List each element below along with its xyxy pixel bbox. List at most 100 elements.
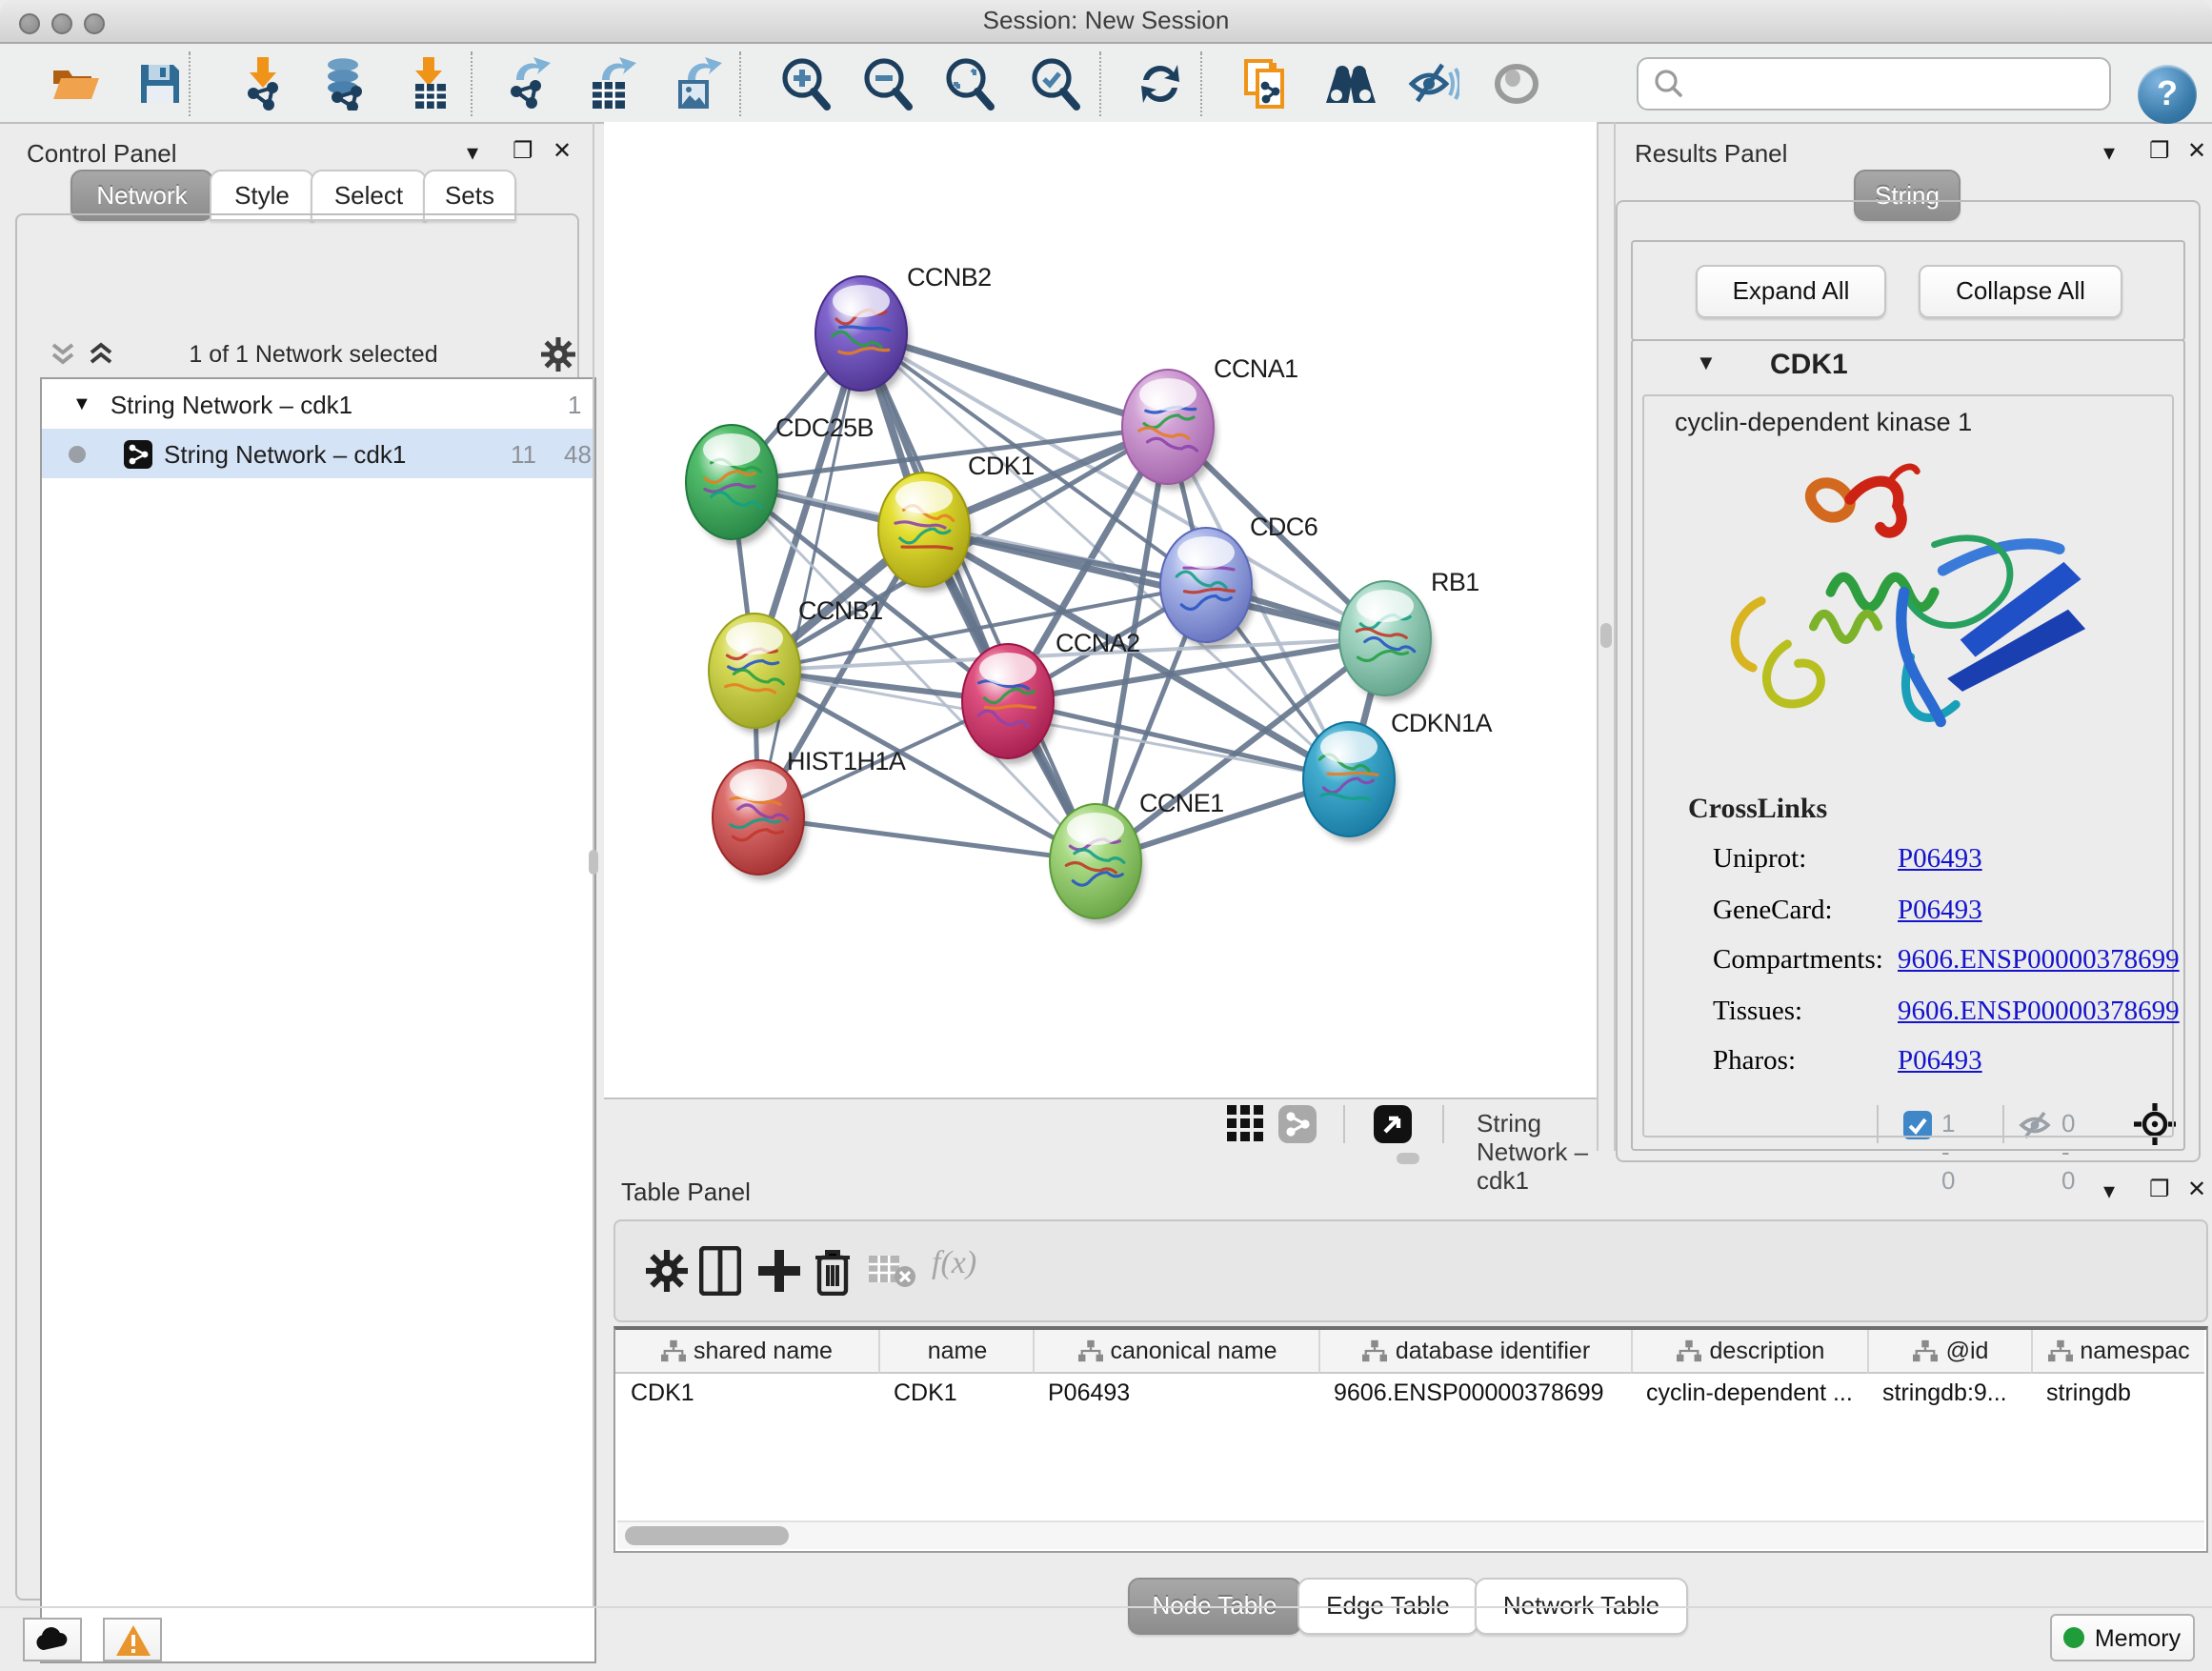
network-group-box: 1 of 1 Network selected ▼ String Network…	[15, 213, 579, 1601]
float-panel-icon[interactable]: ❐	[513, 137, 533, 164]
show-columns-icon[interactable]	[699, 1246, 741, 1296]
crosslink-link[interactable]: 9606.ENSP00000378699	[1898, 996, 2180, 1028]
node-RB1[interactable]: RB1	[1339, 568, 1479, 701]
collapse-panel-icon[interactable]: ▾	[2103, 139, 2115, 166]
node-table[interactable]: shared namenamecanonical namedatabase id…	[613, 1326, 2208, 1553]
column-header-namespac[interactable]: namespac	[2031, 1330, 2204, 1374]
crosslink-link[interactable]: P06493	[1898, 844, 1982, 876]
right-splitter-handle[interactable]	[1600, 623, 1612, 648]
add-column-icon[interactable]	[756, 1248, 802, 1294]
export-table-button[interactable]	[583, 55, 640, 112]
network-row-selected[interactable]: String Network – cdk1 11 48	[42, 429, 594, 478]
open-in-window-icon[interactable]	[1374, 1105, 1412, 1143]
collapse-all-button[interactable]: Collapse All	[1919, 265, 2122, 318]
node-CCNB2[interactable]: CCNB2	[815, 263, 992, 396]
title-bar: Session: New Session	[0, 0, 2212, 44]
crosslink-row: Compartments:9606.ENSP00000378699	[1644, 939, 2172, 990]
status-divider	[0, 1606, 2212, 1608]
node-CDKN1A[interactable]: CDKN1A	[1303, 709, 1493, 842]
node-CDC6[interactable]: CDC6	[1160, 513, 1317, 648]
network-selection-row: 1 of 1 Network selected	[34, 333, 593, 377]
cell-namespac: stringdb	[2031, 1372, 2202, 1414]
column-header-canonical-name[interactable]: canonical name	[1033, 1330, 1320, 1374]
close-panel-icon[interactable]: ✕	[2187, 1176, 2206, 1202]
column-header-name[interactable]: name	[878, 1330, 1035, 1374]
selection-status: 1 of 1 Network selected	[34, 341, 593, 368]
export-image-button[interactable]	[669, 55, 726, 112]
network-status-dot	[69, 445, 86, 462]
zoom-out-button[interactable]	[859, 55, 916, 112]
collapse-panel-icon[interactable]: ▾	[467, 139, 478, 166]
delete-column-icon[interactable]	[814, 1246, 852, 1296]
right-splitter[interactable]	[1597, 122, 1599, 1151]
hide-selected-button[interactable]	[1404, 55, 1461, 112]
table-settings-gear-icon[interactable]	[646, 1250, 688, 1292]
node-label-CDC6: CDC6	[1250, 513, 1317, 541]
database-import-icon	[320, 57, 370, 111]
zoom-in-button[interactable]	[777, 55, 835, 112]
first-neighbors-button[interactable]	[1322, 55, 1379, 112]
column-header--id[interactable]: @id	[1867, 1330, 2033, 1374]
clone-network-button[interactable]	[1237, 55, 1294, 112]
protein-structure-image	[1692, 450, 2121, 774]
column-header-database-identifier[interactable]: database identifier	[1318, 1330, 1633, 1374]
node-label-CCNA1: CCNA1	[1214, 354, 1298, 383]
refresh-view-button[interactable]	[1132, 55, 1189, 112]
horizontal-splitter-handle[interactable]	[1397, 1153, 1419, 1164]
column-header-shared-name[interactable]: shared name	[615, 1330, 878, 1374]
warnings-button[interactable]	[103, 1618, 162, 1661]
expand-all-button[interactable]: Expand All	[1696, 265, 1886, 318]
crosslink-row: Pharos:P06493	[1644, 1040, 2172, 1091]
import-network-from-database-button[interactable]	[316, 55, 373, 112]
network-row-label: String Network – cdk1	[164, 439, 406, 468]
crosslink-link[interactable]: P06493	[1898, 1046, 1982, 1078]
column-header-description[interactable]: description	[1631, 1330, 1869, 1374]
close-panel-icon[interactable]: ✕	[553, 137, 572, 164]
network-overview-icon[interactable]	[1278, 1105, 1317, 1143]
float-panel-icon[interactable]: ❐	[2149, 137, 2170, 164]
cloud-button[interactable]	[23, 1618, 82, 1661]
scrollbar-thumb[interactable]	[625, 1526, 789, 1545]
warning-icon	[115, 1624, 150, 1655]
crosslink-label: Uniprot:	[1713, 844, 1806, 876]
export-network-button[interactable]	[501, 55, 558, 112]
zoom-fit-button[interactable]	[941, 55, 998, 112]
collapse-panel-icon[interactable]: ▾	[2103, 1178, 2115, 1204]
show-all-button[interactable]	[1488, 55, 1545, 112]
node-CDC25B[interactable]: CDC25B	[686, 413, 874, 545]
grid-view-icon[interactable]	[1227, 1105, 1263, 1141]
left-splitter-handle[interactable]	[589, 850, 598, 875]
crosslinks-rows: Uniprot:P06493GeneCard:P06493Compartment…	[1644, 838, 2172, 1091]
crosslink-link[interactable]: P06493	[1898, 895, 1982, 927]
viewbar-separator	[1442, 1105, 1444, 1143]
help-button[interactable]: ?	[2138, 65, 2197, 124]
delete-table-icon[interactable]	[867, 1254, 916, 1288]
zoom-selected-button[interactable]	[1027, 55, 1084, 112]
entry-collapse-icon[interactable]: ▼	[1696, 352, 1717, 375]
node-HIST1H1A[interactable]: HIST1H1A	[713, 747, 906, 880]
toolbar-separator	[471, 51, 473, 116]
network-list: ▼ String Network – cdk1 1 String Network…	[40, 377, 596, 1663]
import-network-from-file-button[interactable]	[234, 55, 292, 112]
network-options-gear-icon[interactable]	[541, 337, 575, 372]
crosslink-row: GeneCard:P06493	[1644, 889, 2172, 939]
crosslink-label: Compartments:	[1713, 945, 1883, 977]
memory-button[interactable]: Memory	[2050, 1614, 2195, 1661]
network-canvas[interactable]: CCNB2CCNA1CDC25BCDK1CDC6RB1CCNB1CCNA2CDK…	[604, 122, 1597, 1097]
viewbar-separator	[1343, 1105, 1345, 1143]
import-table-from-file-button[interactable]	[402, 55, 459, 112]
node-CCNE1[interactable]: CCNE1	[1050, 789, 1224, 924]
crosslink-link[interactable]: 9606.ENSP00000378699	[1898, 945, 2180, 977]
close-panel-icon[interactable]: ✕	[2187, 137, 2206, 164]
float-panel-icon[interactable]: ❐	[2149, 1176, 2170, 1202]
search-input[interactable]	[1694, 68, 2109, 100]
tree-expand-icon[interactable]: ▼	[72, 393, 91, 414]
collection-count: 1	[568, 390, 581, 418]
network-collection-label: String Network – cdk1	[111, 390, 352, 418]
network-collection-row[interactable]: ▼ String Network – cdk1 1	[42, 379, 594, 429]
search-icon	[1652, 67, 1686, 101]
function-builder-icon[interactable]: f(x)	[932, 1244, 976, 1282]
horizontal-scrollbar[interactable]	[617, 1520, 2204, 1549]
open-session-button[interactable]	[48, 55, 105, 112]
save-session-button[interactable]	[131, 55, 189, 112]
